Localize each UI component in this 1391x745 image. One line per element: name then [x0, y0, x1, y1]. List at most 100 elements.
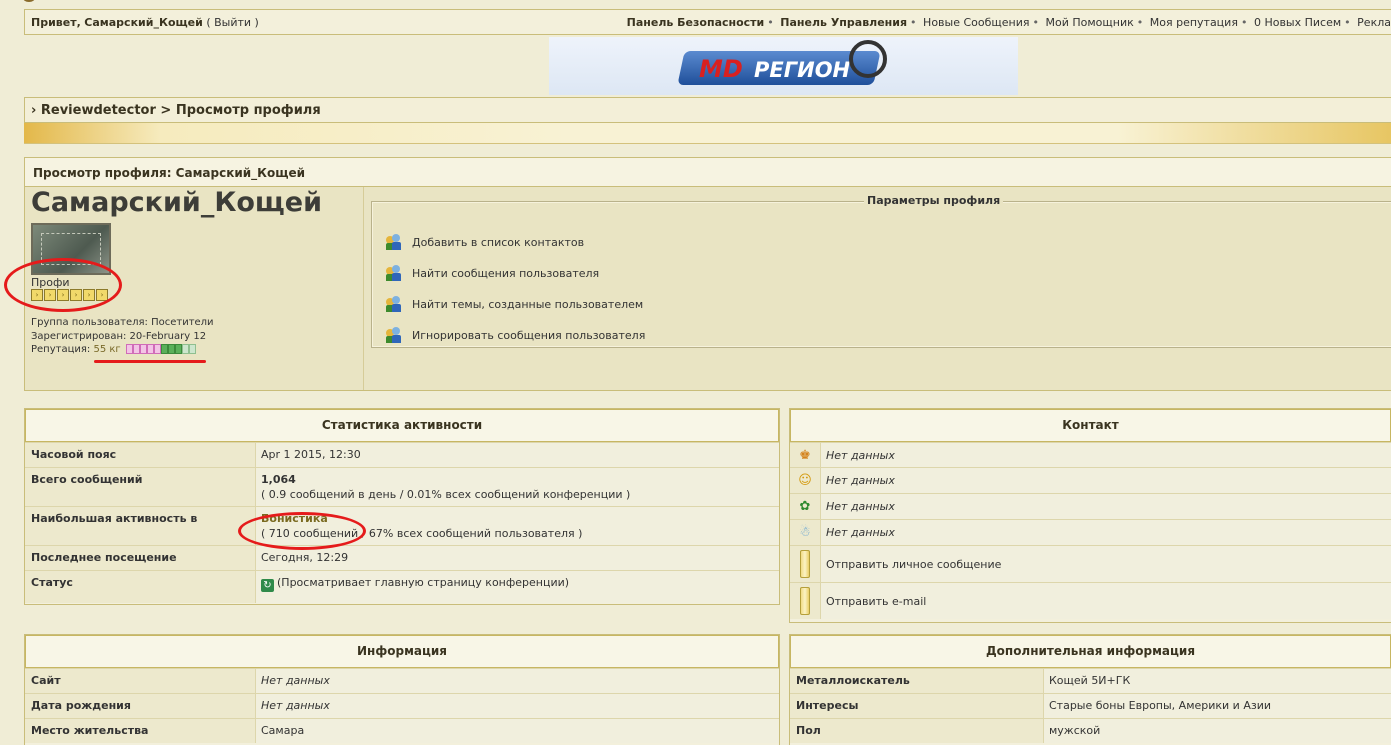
yahoo-icon: ☺	[798, 473, 812, 488]
param-label: Найти темы, созданные пользователем	[412, 297, 644, 311]
user-group: Группа пользователя: Посетители	[31, 317, 214, 328]
table-row: ☃ Нет данных	[790, 519, 1391, 545]
gender-label: Пол	[790, 719, 1044, 743]
user-bar: Привет, Самарский_Кощей ( Выйти ) Панель…	[24, 9, 1391, 35]
table-row: Часовой пояс Apr 1 2015, 12:30	[25, 442, 779, 467]
reputation: Репутация: 55 кг	[31, 344, 196, 355]
table-row: Интересы Старые боны Европы, Америки и А…	[790, 693, 1391, 718]
banner-logo-region: РЕГИОН	[754, 58, 851, 82]
scroll-icon	[800, 550, 810, 578]
site-label: Сайт	[25, 669, 256, 693]
send-email-link[interactable]: Отправить e-mail	[821, 583, 1391, 619]
banner-logo-md: MD	[699, 55, 743, 83]
users-icon	[386, 234, 402, 250]
table-row: Металлоискатель Кощей 5И+ГК	[790, 668, 1391, 693]
table-row: ☺ Нет данных	[790, 467, 1391, 493]
security-panel-link[interactable]: Панель Безопасности	[627, 16, 765, 29]
extra-info-title: Дополнительная информация	[790, 635, 1391, 668]
detector-coil-icon	[849, 40, 887, 78]
info-panel: Информация Сайт Нет данных Дата рождения…	[24, 634, 780, 745]
logout-link[interactable]: ( Выйти )	[206, 16, 259, 29]
icq-flower-icon: ✿	[799, 499, 811, 514]
location-value: Самара	[256, 719, 779, 743]
table-row: Статус ↻ (Просматривает главную страницу …	[25, 570, 779, 603]
greeting-text: Привет,	[31, 16, 81, 29]
last-visit-label: Последнее посещение	[25, 546, 256, 570]
gender-value: мужской	[1044, 719, 1391, 743]
my-assistant-link[interactable]: Мой Помощник	[1046, 16, 1134, 29]
param-label: Игнорировать сообщения пользователя	[412, 328, 646, 342]
aim-icon: ♚	[799, 447, 811, 463]
find-topics-link[interactable]: Найти темы, созданные пользователем	[386, 294, 643, 314]
table-row: Место жительства Самара	[25, 718, 779, 743]
reputation-bar	[125, 344, 196, 354]
site-value: Нет данных	[256, 669, 779, 693]
breadcrumb[interactable]: › Reviewdetector > Просмотр профиля	[31, 103, 321, 118]
table-row: Пол мужской	[790, 718, 1391, 743]
posts-label: Всего сообщений	[25, 468, 256, 506]
users-icon	[386, 296, 402, 312]
profile-options-title: Параметры профиля	[864, 194, 1004, 207]
control-panel-link[interactable]: Панель Управления	[780, 16, 907, 29]
table-row: Отправить личное сообщение	[790, 545, 1391, 582]
find-posts-link[interactable]: Найти сообщения пользователя	[386, 263, 599, 283]
param-label: Найти сообщения пользователя	[412, 266, 600, 280]
location-label: Место жительства	[25, 719, 256, 743]
status-label: Статус	[25, 571, 256, 603]
activity-stats-title: Статистика активности	[25, 409, 779, 442]
most-active-label: Наибольшая активность в	[25, 507, 256, 545]
timezone-label: Часовой пояс	[25, 443, 256, 467]
site-banner[interactable]: MD РЕГИОН	[549, 37, 1018, 95]
contact-panel: Контакт ♚ Нет данных ☺ Нет данных ✿ Нет …	[789, 408, 1391, 623]
table-row: Дата рождения Нет данных	[25, 693, 779, 718]
scroll-icon	[800, 587, 810, 615]
interests-value: Старые боны Европы, Америки и Азии	[1044, 694, 1391, 718]
my-reputation-link[interactable]: Моя репутация	[1150, 16, 1238, 29]
table-row: Последнее посещение Сегодня, 12:29	[25, 545, 779, 570]
aim-value: Нет данных	[821, 443, 1391, 467]
registered-date: Зарегистрирован: 20-February 12	[31, 331, 207, 342]
annotation-underline-reputation	[94, 360, 206, 363]
activity-stats-panel: Статистика активности Часовой пояс Apr 1…	[24, 408, 780, 605]
last-visit-value: Сегодня, 12:29	[256, 546, 779, 570]
extra-info-panel: Дополнительная информация Металлоискател…	[789, 634, 1391, 745]
timezone-value: Apr 1 2015, 12:30	[256, 443, 779, 467]
send-pm-link[interactable]: Отправить личное сообщение	[821, 546, 1391, 582]
param-label: Добавить в список контактов	[412, 235, 585, 249]
table-row: Отправить e-mail	[790, 582, 1391, 619]
annotation-circle-rank	[4, 258, 122, 312]
msn-value: Нет данных	[821, 520, 1391, 545]
detector-label: Металлоискатель	[790, 669, 1044, 693]
reputation-value[interactable]: 55 кг	[93, 344, 120, 355]
table-row: Всего сообщений 1,064 ( 0.9 сообщений в …	[25, 467, 779, 506]
profile-header: Просмотр профиля: Самарский_Кощей	[24, 157, 1391, 187]
ignore-user-link[interactable]: Игнорировать сообщения пользователя	[386, 325, 645, 345]
annotation-circle-activity	[238, 512, 366, 550]
birthday-value: Нет данных	[256, 694, 779, 718]
table-row: Сайт Нет данных	[25, 668, 779, 693]
corner-ornament	[22, 0, 36, 6]
users-icon	[386, 265, 402, 281]
messages-link[interactable]: 0 Новых Писем	[1254, 16, 1341, 29]
posts-count: 1,064	[261, 473, 296, 486]
add-contact-link[interactable]: Добавить в список контактов	[386, 232, 584, 252]
posts-sub: ( 0.9 сообщений в день / 0.01% всех сооб…	[261, 488, 631, 501]
contact-title: Контакт	[790, 409, 1391, 442]
reputation-label: Репутация:	[31, 344, 91, 355]
gold-divider	[24, 123, 1391, 144]
current-user-link[interactable]: Самарский_Кощей	[84, 16, 203, 29]
msn-icon: ☃	[799, 525, 811, 540]
table-row: ♚ Нет данных	[790, 442, 1391, 467]
profile-options: Параметры профиля Добавить в список конт…	[371, 194, 1391, 348]
refresh-icon: ↻	[261, 579, 274, 592]
yahoo-value: Нет данных	[821, 468, 1391, 493]
profile-username: Самарский_Кощей	[31, 187, 323, 218]
new-posts-link[interactable]: Новые Сообщения	[923, 16, 1029, 29]
breadcrumb-bar: › Reviewdetector > Просмотр профиля	[24, 97, 1391, 123]
status-value: (Просматривает главную страницу конферен…	[277, 576, 570, 589]
ads-link[interactable]: Рекла	[1357, 16, 1391, 29]
profile-body: Самарский_Кощей Профи › › › › › › Группа поль…	[24, 187, 1391, 391]
detector-value: Кощей 5И+ГК	[1044, 669, 1391, 693]
users-icon	[386, 327, 402, 343]
info-title: Информация	[25, 635, 779, 668]
